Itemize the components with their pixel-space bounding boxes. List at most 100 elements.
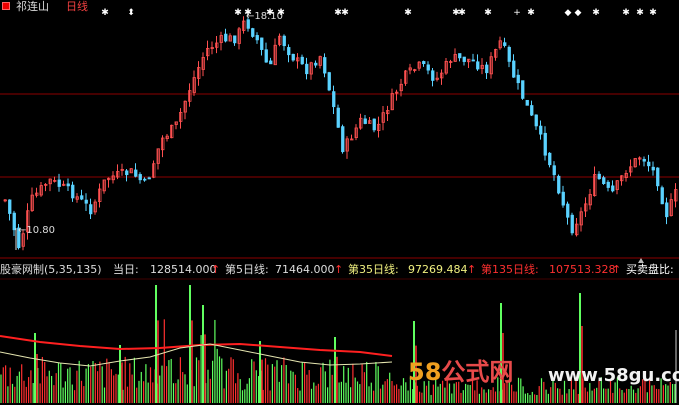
stock-logo-icon xyxy=(2,2,10,10)
candle-body xyxy=(147,177,151,180)
candle-body xyxy=(282,35,286,47)
candle-body xyxy=(561,191,565,206)
candle-body xyxy=(363,118,367,124)
buy-signal-marker: ✱ xyxy=(484,8,492,18)
candle-body xyxy=(305,63,309,75)
ma5-label: 第5日线: xyxy=(225,263,269,276)
period-label[interactable]: 日线 xyxy=(66,0,88,13)
candle-body xyxy=(314,62,318,66)
buy-signal-marker: ✱ xyxy=(341,8,349,18)
buy-signal-marker: + xyxy=(513,8,521,18)
candle-body xyxy=(525,99,529,106)
candle-body xyxy=(548,152,552,166)
candle-body xyxy=(255,35,259,41)
candle-body xyxy=(651,166,655,171)
candle-body xyxy=(71,184,75,199)
candle-body xyxy=(336,107,340,128)
buy-signal-marker: ⬍ xyxy=(127,8,135,18)
candle-body xyxy=(224,33,228,42)
candle-body xyxy=(291,53,295,61)
candle-body xyxy=(471,59,475,62)
candle-body xyxy=(557,175,561,194)
candle-body xyxy=(12,212,16,231)
candle-body xyxy=(485,64,489,74)
candle-body xyxy=(125,170,129,176)
ma135-up-arrow-icon: ↑ xyxy=(612,263,622,276)
candle-body xyxy=(476,61,480,70)
candle-body xyxy=(66,183,70,187)
candle-body xyxy=(507,46,511,62)
watermark-url: www.58gu.com xyxy=(548,365,679,386)
ma35-value: 97269.484 xyxy=(408,263,468,276)
candle-body xyxy=(530,105,534,116)
candle-body xyxy=(665,202,669,218)
buy-signal-marker: ◆ xyxy=(565,8,572,18)
buy-signal-marker: ✱ xyxy=(234,8,242,18)
candle-body xyxy=(323,57,327,74)
candle-body xyxy=(143,178,147,181)
candle-body xyxy=(647,161,651,167)
candle-body xyxy=(642,158,646,162)
candle-body xyxy=(264,49,268,63)
candle-body xyxy=(431,70,435,81)
candle-body xyxy=(521,80,525,99)
candle-body xyxy=(566,203,570,218)
ma5-up-arrow-icon: ↑ xyxy=(334,263,344,276)
candle-body xyxy=(84,199,88,204)
candle-body xyxy=(602,177,606,185)
today-label: 当日: xyxy=(113,263,139,276)
price-chart-canvas[interactable]: ←18.10←10.80✱ ⬍ ✱ ✱ ✱ ✱ ✱ ✱ ✱ ✱✱ ✱ + ✱ ◆ ◆ ✱ ✱ ✱ ✱ xyxy=(0,0,679,405)
candle-body xyxy=(503,42,507,46)
candle-body xyxy=(539,125,543,135)
ma135-value: 107513.328 xyxy=(549,263,616,276)
candle-body xyxy=(426,64,430,71)
ma35-up-arrow-icon: ↑ xyxy=(467,263,477,276)
buy-signal-marker: ✱ xyxy=(592,8,600,18)
candle-body xyxy=(138,174,142,181)
buy-signal-marker: ✱ xyxy=(636,8,644,18)
buy-signal-marker: ✱ xyxy=(277,8,285,18)
candle-body xyxy=(552,165,556,176)
ma35-label: 第35日线: xyxy=(348,263,399,276)
candle-body xyxy=(656,167,660,187)
ma135-label: 第135日线: xyxy=(481,263,539,276)
candle-body xyxy=(458,53,462,59)
buy-signal-marker: ◆ xyxy=(575,8,582,18)
candle-body xyxy=(327,72,331,91)
ma5-value: 71464.000 xyxy=(275,263,335,276)
candle-body xyxy=(341,126,345,153)
candle-body xyxy=(300,56,304,65)
candle-body xyxy=(89,204,93,215)
chart-window[interactable]: ←18.10 ←10.80 ✱ ⬍ ✱ ✱ ✱ ✱ ✱ ✱ ✱ ✱ ✱ ✱ + ✱ ◆ ◆ ✱ ✱ ✱ ✱ 祁连山 日线 … xyxy=(0,0,679,405)
indicator-bar: 股豪网制(5,35,135) 当日: 128514.000 ↑ 第5日线: 71… xyxy=(0,263,679,278)
low-price-marker: ←10.80 xyxy=(18,225,55,236)
buy-signal-marker: ✱ xyxy=(649,8,657,18)
buy-signal-marker: ✱ xyxy=(404,8,412,18)
buy-signal-marker: ✱ xyxy=(458,8,466,18)
candle-body xyxy=(260,37,264,50)
candle-body xyxy=(80,195,84,200)
candle-body xyxy=(660,187,664,205)
stock-name[interactable]: 祁连山 xyxy=(16,0,49,13)
today-value: 128514.000 xyxy=(150,263,217,276)
candle-body xyxy=(269,60,273,65)
candle-body xyxy=(597,173,601,180)
ratio-label: 买卖盘比: xyxy=(626,263,674,276)
candle-body xyxy=(606,181,610,188)
candle-body xyxy=(422,61,426,65)
candle-body xyxy=(233,35,237,44)
candle-body xyxy=(287,47,291,56)
watermark-brand: 58公式网 xyxy=(408,358,514,386)
candle-body xyxy=(462,56,466,62)
candle-body xyxy=(8,199,12,214)
candle-body xyxy=(516,74,520,84)
candle-body xyxy=(611,185,615,192)
today-up-arrow-icon: ↑ xyxy=(211,263,221,276)
buy-signal-marker: ✱ xyxy=(527,8,535,18)
indicator-name[interactable]: 股豪网制(5,35,135) xyxy=(0,263,102,277)
candle-body xyxy=(332,91,336,108)
buy-signal-marker: ✱ xyxy=(101,8,109,18)
candle-body xyxy=(570,214,574,234)
buy-signal-marker: ✱ xyxy=(244,8,252,18)
candle-body xyxy=(57,179,61,187)
